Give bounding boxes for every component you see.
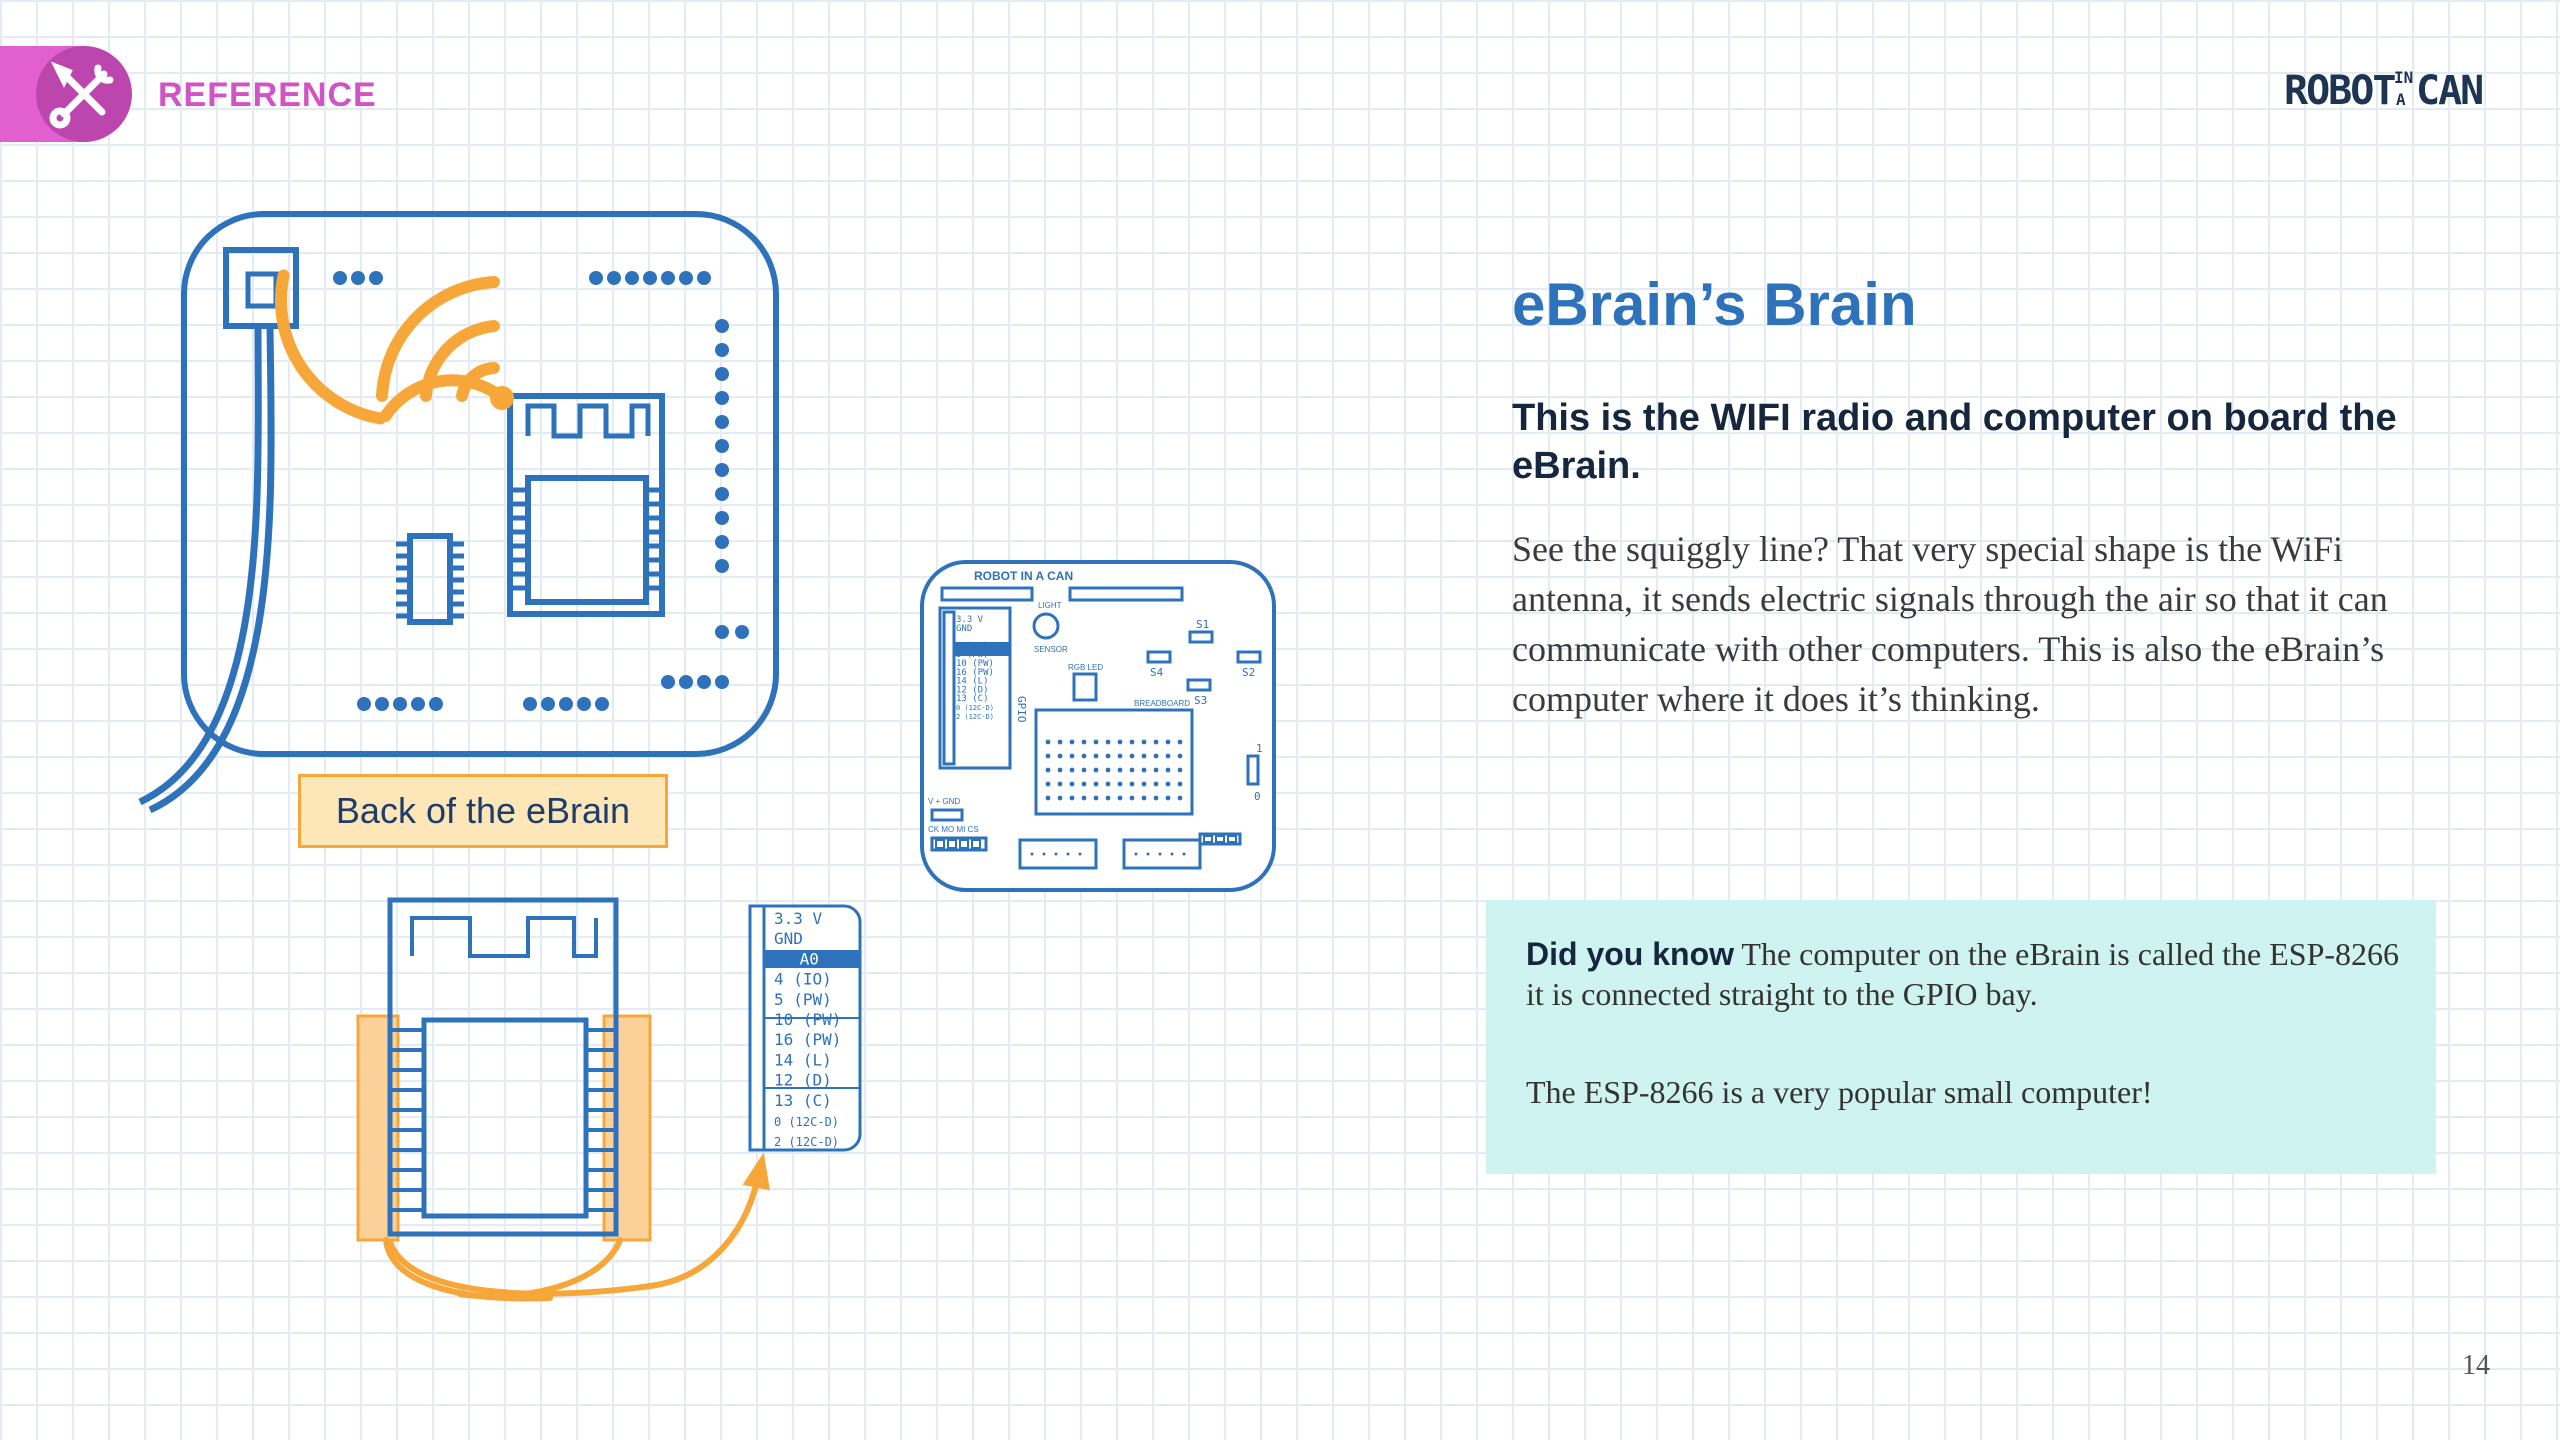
brand-word-robot: ROBOT [2284,68,2396,114]
section-label: REFERENCE [158,76,377,114]
brand-word-a: A [2396,90,2406,109]
gpio-pin-label: 16 (PW) [774,1030,841,1049]
gpio-pin-label: 2 (12C-D) [956,713,994,721]
callout-paragraph-2: The ESP-8266 is a very popular small com… [1526,1074,2153,1110]
label-rgb-led: RGB LED [1068,663,1103,672]
gpio-pin-label: 10 (PW) [774,1010,841,1029]
ebrain-front-illustration: ROBOT IN A CAN LIGHT SENSOR RGB LED BREA… [920,560,1276,892]
esp-module [507,393,665,617]
callout-lead: Did you know [1526,936,1734,972]
gpio-pin-label: 12 (D) [774,1071,832,1090]
gpio-pin-label: 5 (PW) [774,990,832,1009]
tools-icon [36,46,132,142]
brand-word-can: CAN [2416,68,2484,114]
arrow-to-gpio [387,1163,763,1297]
page-title: eBrain’s Brain [1512,271,1917,338]
label-sensor: SENSOR [1034,645,1068,654]
gpio-pin-label: 4 (IO) [774,970,832,989]
chip [407,533,453,625]
page-number: 14 [2462,1350,2490,1381]
label-light: LIGHT [1038,601,1062,610]
brand-logo: ROBOT IN A CAN [2284,64,2494,124]
label-gpio: GPIO [1015,696,1028,723]
gpio-pin-label: GND [774,929,803,948]
gpio-pin-label: 3.3 V [774,909,823,928]
gpio-pin-label: 13 (C) [956,694,989,704]
page-subtitle: This is the WIFI radio and computer on b… [1512,397,2397,487]
gpio-pin-label: 2 (12C-D) [774,1135,839,1149]
label-one: 1 [1256,742,1263,755]
label-s4: S4 [1150,666,1164,679]
esp-module-gpio-illustration: 3.3 VGNDA0 4 (IO)5 (PW)10 (PW)16 (PW)14 (… [356,897,862,1302]
label-breadboard: BREADBOARD [1134,699,1190,708]
brand-word-in: IN [2394,68,2414,87]
gpio-pin-label: 0 (12C-D) [956,704,994,712]
gpio-pin-label: 13 (C) [774,1091,832,1110]
board-caption: Back of the eBrain [298,774,668,848]
gpio-pin-label: A0 [800,949,819,968]
gpio-pin-label: 0 (12C-D) [774,1115,839,1129]
gpio-pin-label: 14 (L) [774,1050,832,1069]
label-s1: S1 [1196,618,1209,631]
label-s2: S2 [1242,666,1255,679]
label-zero: 0 [1254,790,1261,803]
did-you-know-callout: Did you know The computer on the eBrain … [1486,900,2436,1174]
label-power: V + GND [928,797,960,806]
label-bottom-pins: CK MO MI CS [928,825,979,834]
body-paragraph: See the squiggly line? That very special… [1512,529,2388,719]
callout-paragraph: Did you know The computer on the eBrain … [1526,934,2406,1014]
board-title: ROBOT IN A CAN [974,569,1073,583]
label-s3: S3 [1194,694,1207,707]
